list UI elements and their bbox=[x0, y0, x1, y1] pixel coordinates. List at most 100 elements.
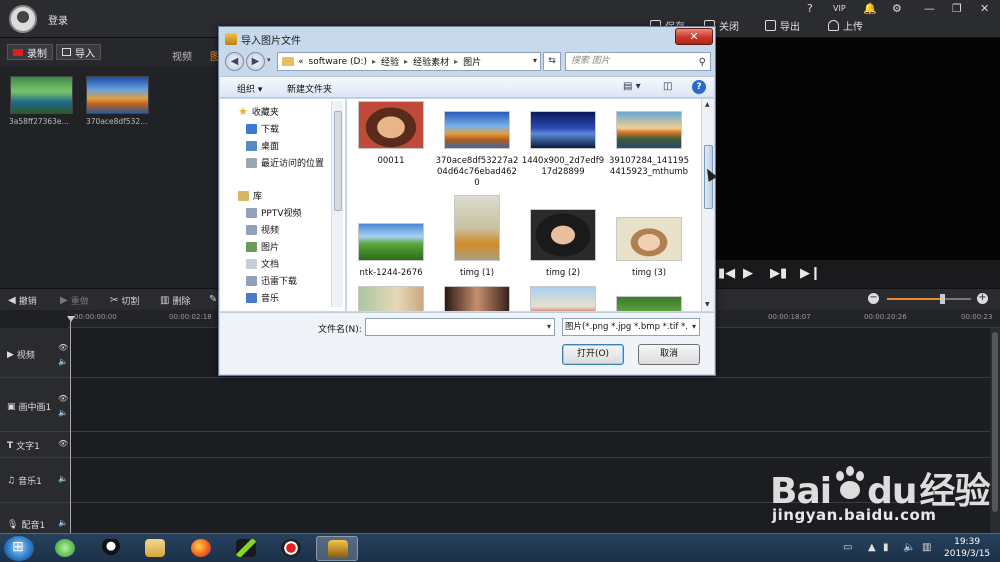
import-button[interactable]: 导入 bbox=[56, 44, 101, 60]
file-thumbnail[interactable] bbox=[358, 101, 424, 149]
volume-icon[interactable]: 🔈 bbox=[58, 357, 68, 366]
chevron-down-icon[interactable]: ▾ bbox=[547, 322, 551, 331]
zoom-in-icon[interactable]: + bbox=[977, 293, 988, 304]
gear-icon[interactable]: ⚙ bbox=[892, 2, 902, 15]
file-name[interactable]: 1440x900_2d7edf917d28899 bbox=[521, 156, 605, 178]
taskbar-app-recorder[interactable] bbox=[270, 536, 312, 561]
file-thumbnail[interactable] bbox=[616, 217, 682, 261]
delete-button[interactable]: ▥ 删除 bbox=[160, 294, 190, 307]
nav-pictures[interactable]: 图片 bbox=[246, 240, 279, 253]
pen-icon[interactable]: ✎ bbox=[209, 294, 217, 305]
file-thumbnail[interactable] bbox=[444, 111, 510, 149]
skip-end-icon[interactable]: ▶❙ bbox=[800, 266, 821, 281]
scroll-up-icon[interactable]: ▲ bbox=[705, 101, 710, 108]
close-window-icon[interactable]: ✕ bbox=[980, 2, 989, 15]
nav-favorites[interactable]: ★ 收藏夹 bbox=[238, 105, 279, 118]
address-segment[interactable]: software (D:) bbox=[309, 57, 368, 67]
taskbar-app-video-editor[interactable] bbox=[316, 536, 358, 561]
chevron-right-icon[interactable]: ▸ bbox=[454, 57, 458, 66]
nav-music[interactable]: 音乐 bbox=[246, 291, 279, 304]
tray-volume-icon[interactable]: 🔈 bbox=[903, 542, 915, 553]
open-button[interactable]: 打开(O) bbox=[562, 344, 624, 365]
chevron-down-icon[interactable]: ▾ bbox=[691, 319, 696, 335]
view-options-icon[interactable]: ▤ ▾ bbox=[623, 81, 641, 92]
history-dropdown-icon[interactable]: ▾ bbox=[267, 56, 271, 64]
address-segment[interactable]: 经验素材 bbox=[413, 55, 449, 68]
nav-recent[interactable]: 最近访问的位置 bbox=[246, 156, 324, 169]
play-icon[interactable]: ▶ bbox=[743, 266, 753, 281]
user-avatar[interactable] bbox=[9, 5, 37, 33]
refresh-icon[interactable]: ⇆ bbox=[543, 52, 561, 71]
file-grid-scrollbar[interactable]: ▲ ▼ bbox=[701, 99, 714, 311]
new-folder-button[interactable]: 新建文件夹 bbox=[287, 82, 332, 95]
zoom-slider[interactable] bbox=[887, 294, 971, 304]
preview-pane-icon[interactable]: ◫ bbox=[663, 81, 672, 92]
timeline-scrollbar[interactable] bbox=[990, 328, 1000, 533]
address-bar[interactable]: « software (D:) ▸ 经验 ▸ 经验素材 ▸ 图片 ▾ bbox=[277, 52, 541, 71]
cut-button[interactable]: ✂ 切割 bbox=[110, 294, 139, 307]
nav-thunder[interactable]: 迅雷下载 bbox=[246, 274, 297, 287]
nav-downloads[interactable]: 下载 bbox=[246, 122, 279, 135]
tray-up-arrow-icon[interactable]: ▲ bbox=[868, 542, 876, 553]
previous-frame-icon[interactable]: ▮◀ bbox=[718, 266, 735, 281]
nav-pane-scrollbar[interactable] bbox=[331, 101, 343, 307]
media-thumbnail[interactable] bbox=[10, 76, 73, 114]
file-name[interactable]: 39107284_1411954415923_mthumb bbox=[607, 156, 691, 178]
address-dropdown-icon[interactable]: ▾ bbox=[533, 56, 537, 65]
file-thumbnail[interactable] bbox=[616, 111, 682, 149]
tray-usb-icon[interactable]: ▮ bbox=[883, 542, 889, 553]
login-link[interactable]: 登录 bbox=[48, 12, 68, 27]
volume-icon[interactable]: 🔈 bbox=[58, 518, 68, 527]
tray-keyboard-icon[interactable]: ▭ bbox=[843, 542, 852, 553]
nav-desktop[interactable]: 桌面 bbox=[246, 139, 279, 152]
undo-button[interactable]: ◀ 撤销 bbox=[8, 294, 37, 307]
filetype-select[interactable]: 图片(*.png *.jpg *.bmp *.tif *. ▾ bbox=[562, 318, 700, 336]
file-thumbnail[interactable] bbox=[530, 286, 596, 311]
file-name[interactable]: 370ace8df53227a204d64c76ebad4620 bbox=[435, 156, 519, 189]
nav-documents[interactable]: 文档 bbox=[246, 257, 279, 270]
tray-network-icon[interactable]: ▥ bbox=[922, 542, 931, 553]
nav-videos[interactable]: 视频 bbox=[246, 223, 279, 236]
maximize-icon[interactable]: ❐ bbox=[952, 2, 962, 15]
zoom-slider-handle[interactable] bbox=[939, 294, 945, 304]
taskbar-app-qq[interactable] bbox=[90, 536, 132, 561]
record-button[interactable]: 录制 bbox=[7, 44, 53, 60]
file-name[interactable]: timg (1) bbox=[435, 268, 519, 279]
file-thumbnail[interactable] bbox=[530, 111, 596, 149]
file-thumbnail[interactable] bbox=[454, 195, 500, 261]
file-name[interactable]: timg (3) bbox=[607, 268, 691, 279]
search-input[interactable]: 搜索 图片 ⚲ bbox=[565, 52, 711, 71]
chevron-right-icon[interactable]: ▸ bbox=[372, 57, 376, 66]
volume-icon[interactable]: 🔈 bbox=[58, 474, 68, 483]
back-arrow-icon[interactable]: ◀ bbox=[225, 52, 244, 71]
taskbar-app-firefox[interactable] bbox=[180, 536, 222, 561]
taskbar-app-360[interactable] bbox=[44, 536, 86, 561]
file-name[interactable]: 00011 bbox=[349, 156, 433, 167]
filename-input[interactable]: ▾ bbox=[365, 318, 555, 336]
minimize-icon[interactable]: — bbox=[924, 2, 935, 15]
zoom-out-icon[interactable]: − bbox=[868, 293, 879, 304]
taskbar-app-explorer[interactable] bbox=[134, 536, 176, 561]
file-thumbnail[interactable] bbox=[444, 286, 510, 311]
nav-libraries[interactable]: 库 bbox=[238, 189, 262, 202]
volume-icon[interactable]: 🔈 bbox=[58, 408, 68, 417]
file-name[interactable]: timg (2) bbox=[521, 268, 605, 279]
file-name[interactable]: ntk-1244-2676 bbox=[349, 268, 433, 279]
eye-icon[interactable]: 👁 bbox=[58, 394, 68, 403]
media-thumbnail[interactable] bbox=[86, 76, 149, 114]
address-prefix[interactable]: « bbox=[298, 57, 304, 67]
taskbar-clock[interactable]: 19:39 2019/3/15 bbox=[944, 536, 990, 560]
address-segment[interactable]: 图片 bbox=[463, 55, 481, 68]
redo-button[interactable]: ▶ 重做 bbox=[60, 294, 89, 307]
file-thumbnail[interactable] bbox=[530, 209, 596, 261]
next-frame-icon[interactable]: ▶▮ bbox=[770, 266, 787, 281]
forward-arrow-icon[interactable]: ▶ bbox=[246, 52, 265, 71]
cancel-button[interactable]: 取消 bbox=[638, 344, 700, 365]
tab-video[interactable]: 视频 bbox=[172, 48, 192, 63]
help-icon[interactable]: ? bbox=[807, 2, 813, 15]
playhead-handle[interactable] bbox=[67, 316, 75, 322]
notification-bell-icon[interactable]: 🔔 bbox=[863, 2, 877, 15]
start-button[interactable] bbox=[4, 536, 34, 561]
dialog-close-button[interactable]: ✕ bbox=[675, 28, 713, 45]
nav-pptv[interactable]: PPTV视频 bbox=[246, 206, 302, 219]
